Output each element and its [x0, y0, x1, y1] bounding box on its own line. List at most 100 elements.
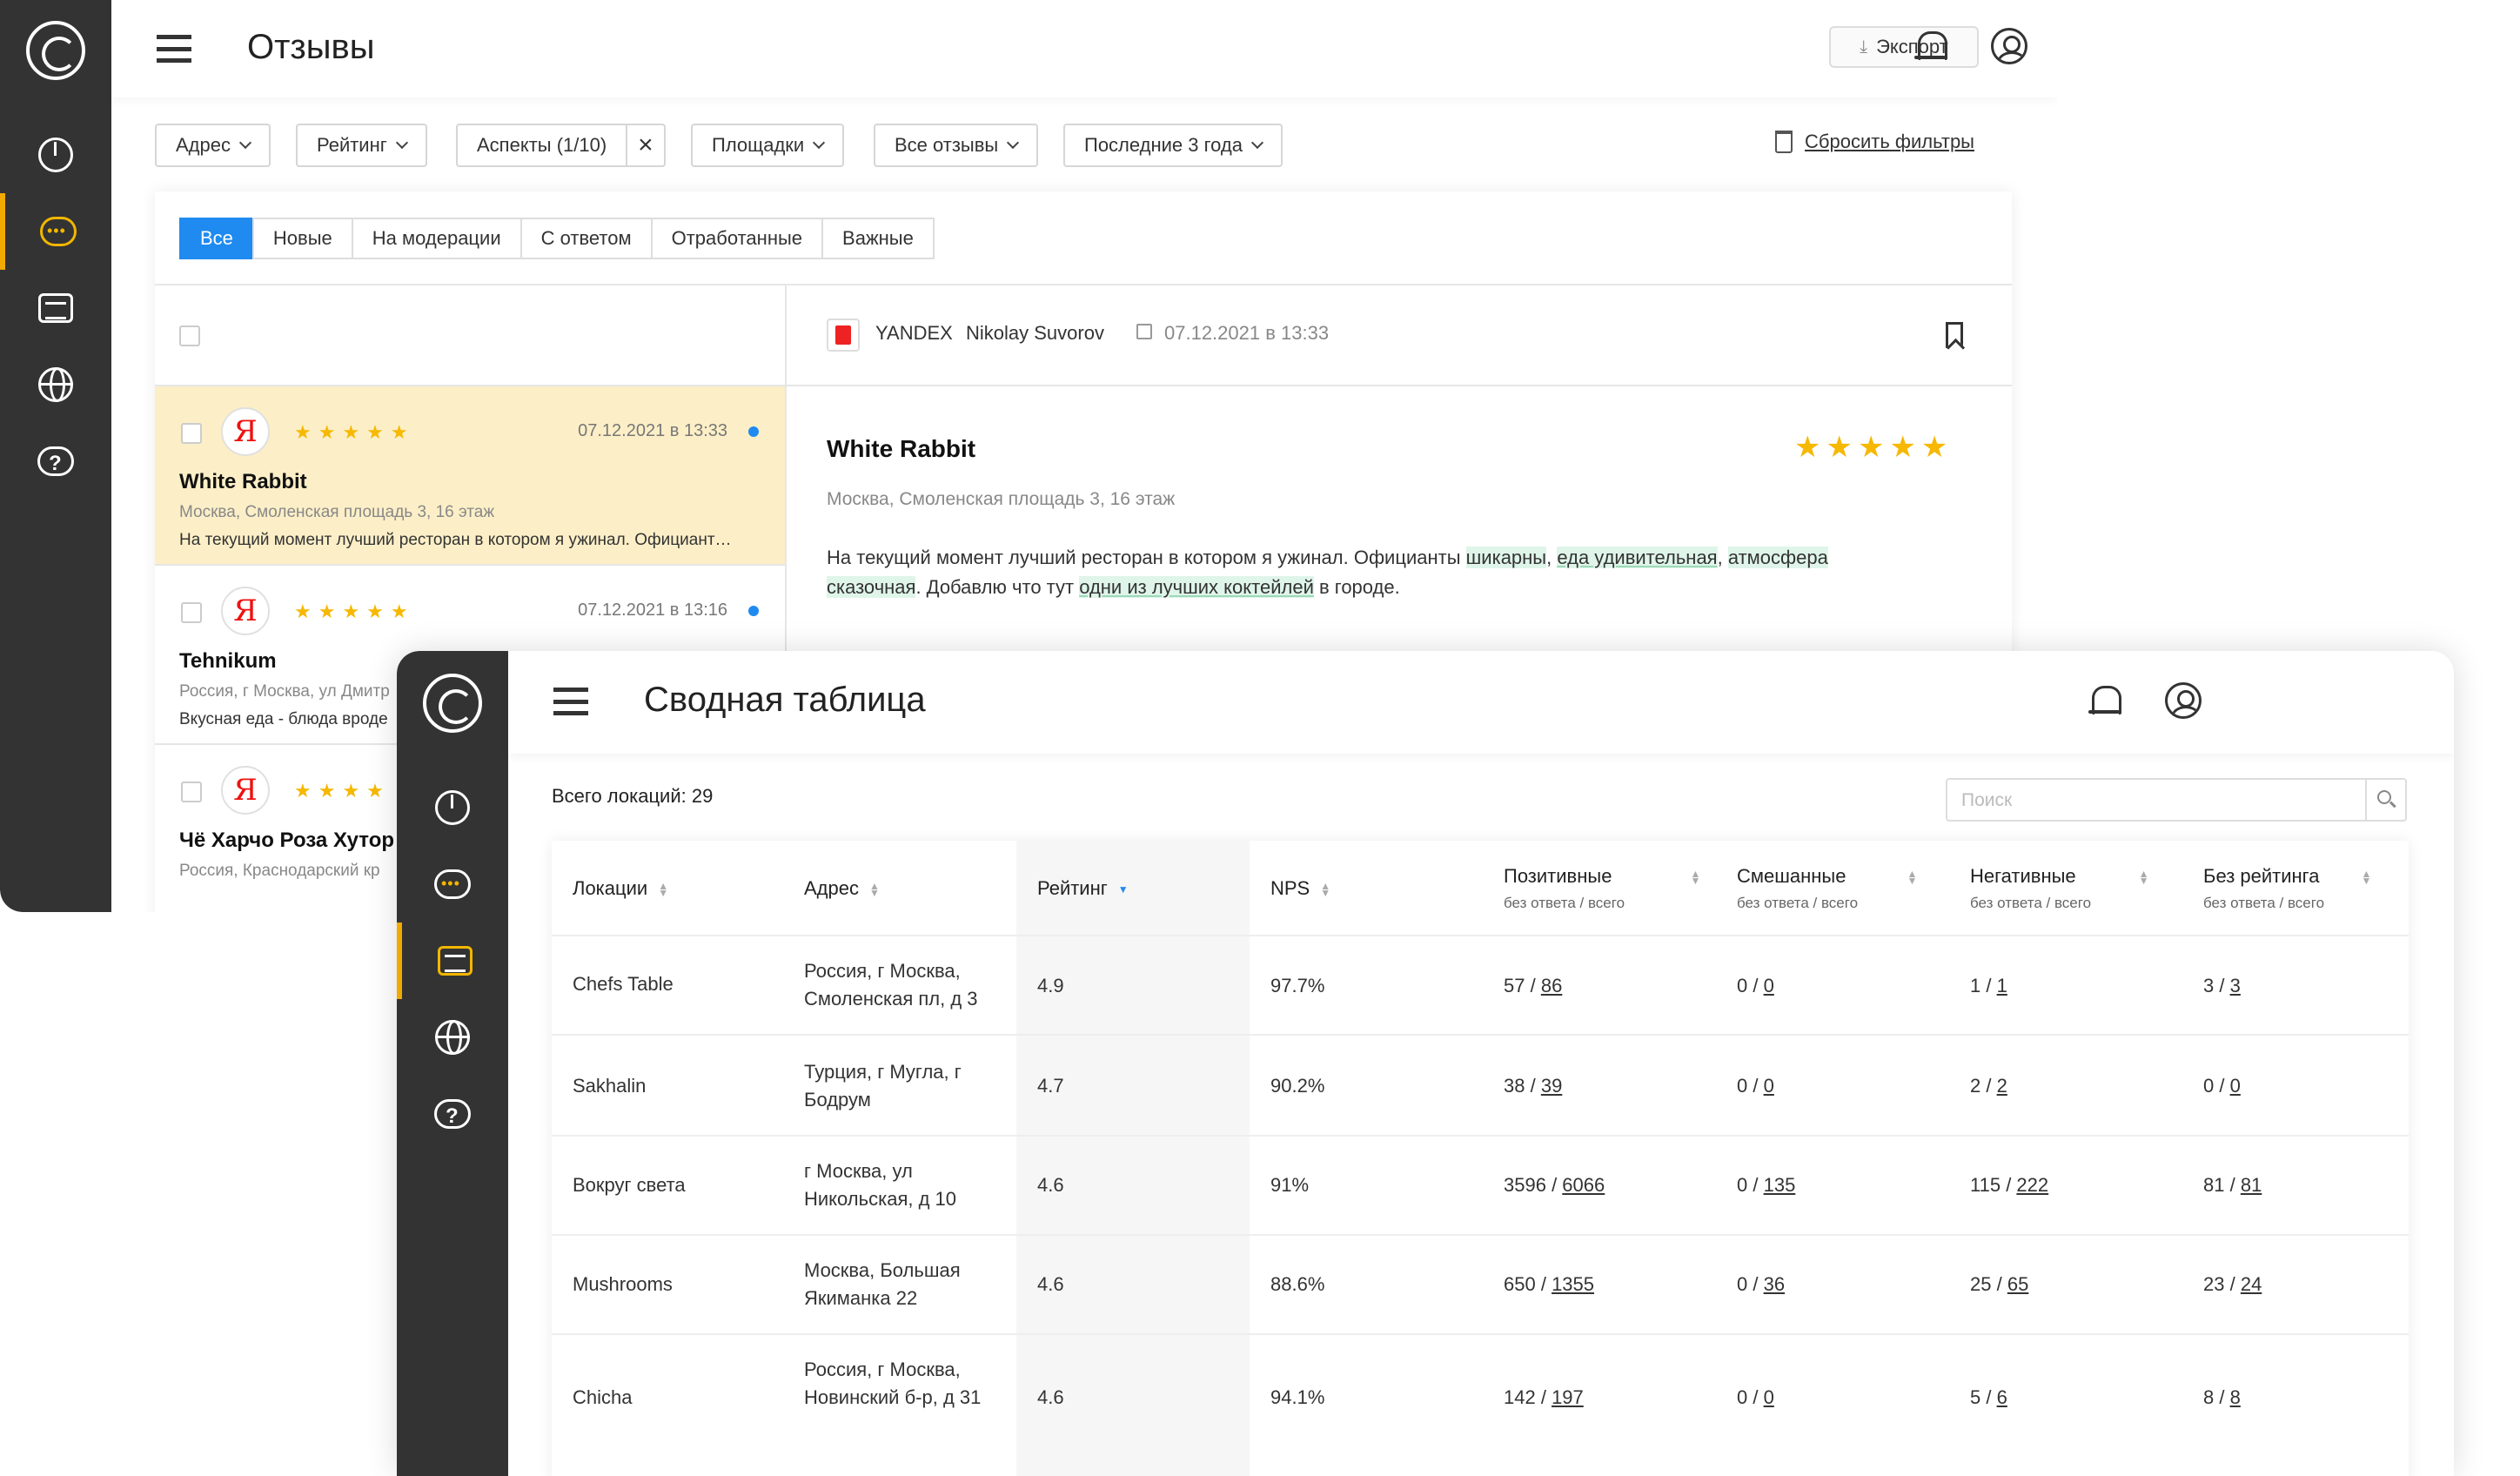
close-icon[interactable]: ×	[626, 125, 653, 165]
column-label: Смешанные	[1737, 865, 1846, 887]
unanswered-count: 0	[1737, 1386, 1748, 1408]
total-count-link[interactable]: 81	[2241, 1174, 2262, 1196]
bell-icon[interactable]	[2088, 684, 2121, 719]
review-item[interactable]: Я ★★★★★ 07.12.2021 в 13:33 White Rabbit …	[155, 386, 787, 566]
total-count-link[interactable]: 0	[1764, 1386, 1774, 1408]
sidebar-item-analytics[interactable]	[0, 117, 111, 193]
bookmark-icon[interactable]	[1946, 322, 1963, 348]
total-count-link[interactable]: 0	[2230, 1075, 2241, 1097]
sidebar-item-sites[interactable]	[397, 999, 508, 1076]
column-header[interactable]: Без рейтинга ▲ ▼ без ответа / всего	[2203, 841, 2371, 936]
bell-icon[interactable]	[1914, 30, 1947, 64]
select-all-checkbox[interactable]	[179, 325, 200, 346]
filter-aspects[interactable]: Аспекты (1/10) ×	[456, 124, 666, 167]
sidebar-item-reviews[interactable]	[397, 846, 508, 922]
total-count-link[interactable]: 1	[1997, 975, 2007, 996]
cell-no-rating: 8 / 8	[2203, 1386, 2241, 1408]
logo-icon[interactable]	[26, 21, 85, 80]
filter-rating[interactable]: Рейтинг	[296, 124, 427, 167]
table-row[interactable]: Mushrooms Москва, Большая Якиманка 22 4.…	[552, 1236, 2409, 1335]
search-input[interactable]: Поиск	[1946, 778, 2407, 822]
tab-all[interactable]: Все	[179, 218, 254, 259]
sidebar-item-reviews[interactable]	[0, 193, 111, 270]
column-header[interactable]: Локации ▲ ▼	[573, 841, 668, 936]
total-count-link[interactable]: 65	[2007, 1273, 2028, 1295]
filter-address[interactable]: Адрес	[155, 124, 271, 167]
search-button[interactable]	[2365, 780, 2405, 820]
user-icon[interactable]	[2165, 682, 2202, 719]
unanswered-count: 0	[1737, 975, 1748, 996]
sidebar-item-analytics[interactable]	[397, 769, 508, 846]
help-chat-icon	[434, 1099, 471, 1130]
cell-mixed: 0 / 135	[1737, 1174, 1796, 1196]
review-checkbox[interactable]	[181, 602, 202, 623]
total-count-link[interactable]: 6066	[1562, 1174, 1605, 1196]
reset-filters-link[interactable]: Сбросить фильтры	[1775, 131, 1974, 153]
user-icon[interactable]	[1991, 28, 2027, 64]
column-header[interactable]: Адрес ▲ ▼	[804, 841, 880, 936]
table-icon	[438, 946, 473, 976]
menu-icon[interactable]	[157, 35, 191, 63]
total-count-link[interactable]: 2	[1997, 1075, 2007, 1097]
cell-positive: 650 / 1355	[1504, 1273, 1595, 1295]
total-count-link[interactable]: 24	[2241, 1273, 2262, 1295]
total-count-link[interactable]: 222	[2016, 1174, 2048, 1196]
column-label: Позитивные	[1504, 865, 1612, 887]
export-button[interactable]: ⤓ Экспорт	[1829, 26, 1979, 68]
tab-important[interactable]: Важные	[821, 218, 935, 259]
review-checkbox[interactable]	[181, 782, 202, 802]
review-date: 07.12.2021 в 13:16	[578, 600, 727, 620]
total-count-link[interactable]: 36	[1764, 1273, 1785, 1295]
rating-stars: ★★★★★	[294, 600, 415, 622]
total-count-link[interactable]: 135	[1764, 1174, 1796, 1196]
column-header[interactable]: Негативные ▲ ▼ без ответа / всего	[1970, 841, 2149, 936]
total-count-link[interactable]: 8	[2230, 1386, 2241, 1408]
sidebar-item-sites[interactable]	[0, 346, 111, 423]
table-row[interactable]: Chefs Table Россия, г Москва, Смоленская…	[552, 936, 2409, 1036]
table-row[interactable]: Chicha Россия, г Москва, Новинский б-р, …	[552, 1335, 2409, 1466]
total-count-link[interactable]: 197	[1552, 1386, 1584, 1408]
column-header[interactable]: Позитивные ▲ ▼ без ответа / всего	[1504, 841, 1700, 936]
logo-icon[interactable]	[423, 674, 482, 733]
menu-icon[interactable]	[553, 688, 588, 715]
unanswered-count: 25	[1970, 1273, 1992, 1295]
table-row[interactable]: Sakhalin Турция, г Мугла, г Бодрум 4.7 9…	[552, 1036, 2409, 1137]
tab-processed[interactable]: Отработанные	[650, 218, 824, 259]
cell-location: Chicha	[573, 1386, 633, 1408]
total-count-link[interactable]: 86	[1541, 975, 1562, 996]
filter-period[interactable]: Последние 3 года	[1063, 124, 1283, 167]
column-header[interactable]: Рейтинг ▼	[1037, 841, 1129, 936]
tab-new[interactable]: Новые	[251, 218, 353, 259]
sidebar-item-table[interactable]	[397, 922, 508, 999]
text-part: в городе.	[1313, 576, 1400, 598]
total-count-link[interactable]: 0	[1764, 1075, 1774, 1097]
total-count-link[interactable]: 39	[1541, 1075, 1562, 1097]
detail-rating-stars: ★★★★★	[1794, 431, 1954, 464]
sort-icon: ▲ ▼	[2138, 868, 2149, 888]
filter-platforms[interactable]: Площадки	[691, 124, 845, 167]
pie-chart-icon	[435, 790, 470, 825]
total-count-link[interactable]: 6	[1997, 1386, 2007, 1408]
column-header[interactable]: NPS ▲ ▼	[1270, 841, 1330, 936]
review-date: 07.12.2021 в 13:33	[578, 421, 727, 440]
tab-moderation[interactable]: На модерации	[351, 218, 522, 259]
total-count-link[interactable]: 1355	[1552, 1273, 1594, 1295]
tab-answered[interactable]: С ответом	[519, 218, 653, 259]
unanswered-count: 3596	[1504, 1174, 1546, 1196]
platform-name: YANDEX	[875, 322, 953, 344]
review-checkbox[interactable]	[181, 423, 202, 444]
sidebar-item-help[interactable]	[0, 423, 111, 500]
column-label: Локации	[573, 877, 648, 899]
unanswered-count: 650	[1504, 1273, 1536, 1295]
sidebar-item-help[interactable]	[397, 1076, 508, 1152]
total-count-link[interactable]: 3	[2230, 975, 2241, 996]
total-count-link[interactable]: 0	[1764, 975, 1774, 996]
sidebar-item-table[interactable]	[0, 270, 111, 346]
cell-positive: 38 / 39	[1504, 1075, 1563, 1097]
table-row[interactable]: Вокруг света г Москва, ул Никольская, д …	[552, 1137, 2409, 1236]
filter-all-reviews[interactable]: Все отзывы	[874, 124, 1039, 167]
unanswered-count: 0	[1737, 1174, 1748, 1196]
sort-icon: ▲ ▼	[658, 880, 669, 900]
cell-address: Москва, Большая Якиманка 22	[804, 1259, 961, 1309]
column-header[interactable]: Смешанные ▲ ▼ без ответа / всего	[1737, 841, 1917, 936]
